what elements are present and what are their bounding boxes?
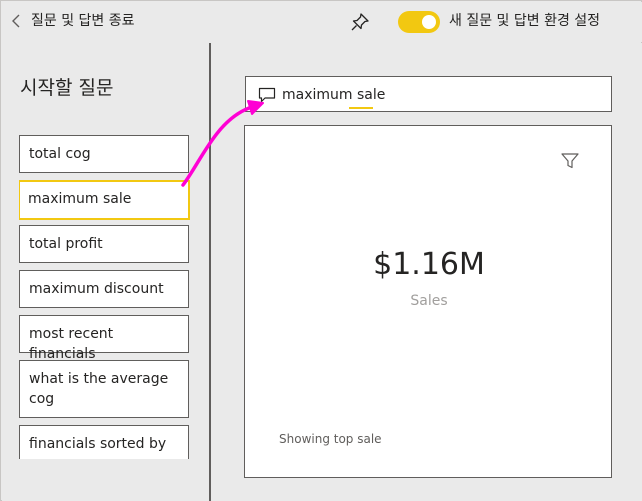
question-input-text[interactable]: maximum sale	[282, 86, 385, 104]
answer-panel: maximum sale $1.16M Sales Showing top sa…	[211, 43, 642, 501]
question-item-total-profit[interactable]: total profit	[19, 225, 189, 263]
starter-questions-panel: 시작할 질문 total cog maximum sale total prof…	[2, 43, 209, 501]
new-qa-experience-toggle[interactable]	[398, 11, 440, 33]
question-item-maximum-discount[interactable]: maximum discount	[19, 270, 189, 308]
toggle-label: 새 질문 및 답변 환경 설정	[449, 13, 601, 29]
starter-questions-title: 시작할 질문	[20, 77, 114, 99]
question-item-maximum-sale[interactable]: maximum sale	[19, 180, 190, 220]
question-item-financials-sorted[interactable]: financials sorted by	[19, 425, 189, 459]
chat-icon	[258, 87, 276, 103]
kpi-label: Sales	[410, 293, 448, 309]
qa-window: 질문 및 답변 종료 새 질문 및 답변 환경 설정 시작할 질문 total …	[0, 0, 642, 501]
exit-qa-link[interactable]: 질문 및 답변 종료	[31, 12, 135, 30]
question-item-most-recent-financials[interactable]: most recent financials	[19, 315, 189, 362]
question-list[interactable]: total cog maximum sale total profit maxi…	[19, 135, 190, 459]
question-item-average-cog[interactable]: what is the average cog	[19, 360, 189, 418]
chevron-left-icon[interactable]	[10, 12, 24, 30]
pin-icon[interactable]	[350, 12, 370, 32]
question-input[interactable]: maximum sale	[245, 76, 612, 112]
answer-card: $1.16M Sales Showing top sale	[244, 125, 612, 478]
card-footer-text: Showing top sale	[279, 432, 382, 446]
term-underline	[349, 107, 373, 109]
header-bar: 질문 및 답변 종료 새 질문 및 답변 환경 설정	[2, 2, 642, 42]
question-item-total-cog[interactable]: total cog	[19, 135, 189, 173]
filter-icon[interactable]	[561, 153, 579, 169]
kpi-value: $1.16M	[373, 247, 485, 282]
toggle-knob	[422, 15, 436, 29]
